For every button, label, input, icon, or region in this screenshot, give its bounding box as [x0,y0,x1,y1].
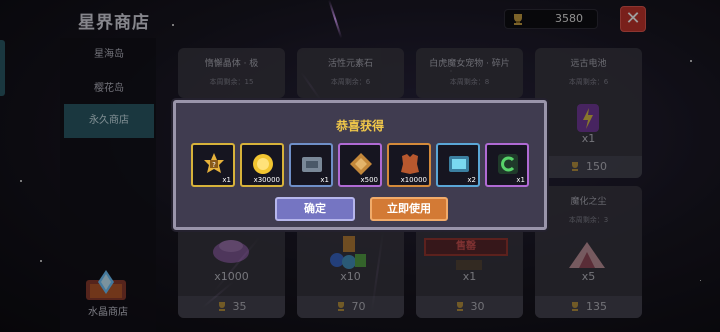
reward-count: x30000 [253,176,280,184]
reward-dialog: 恭喜获得 ? x1 x30000 x1 x500 x10000 x2 x1 确定… [173,100,547,230]
reward-item[interactable]: x2 [436,143,480,187]
use-now-button[interactable]: 立即使用 [370,197,448,221]
reward-count: x1 [516,176,525,184]
cyan-device-icon [449,156,469,172]
reward-item[interactable]: x10000 [387,143,431,187]
dialog-title: 恭喜获得 [335,119,384,133]
metal-chest-icon [302,157,322,172]
gold-coin-icon [253,154,273,174]
reward-item[interactable]: x1 [485,143,529,187]
bronze-crystal-icon [350,153,372,175]
reward-count: x1 [320,176,329,184]
reward-count: x1 [222,176,231,184]
reward-count: x2 [467,176,476,184]
confirm-button[interactable]: 确定 [275,197,355,221]
reward-item[interactable]: ? x1 [191,143,235,187]
leather-hide-icon [401,154,419,174]
reward-count: x500 [360,176,378,184]
trophy-badge-icon: ? [204,153,224,173]
reward-item[interactable]: x500 [338,143,382,187]
reward-item[interactable]: x1 [289,143,333,187]
green-swirl-icon [498,154,518,174]
reward-count: x10000 [400,176,427,184]
svg-text:?: ? [212,161,216,169]
reward-item[interactable]: x30000 [240,143,284,187]
